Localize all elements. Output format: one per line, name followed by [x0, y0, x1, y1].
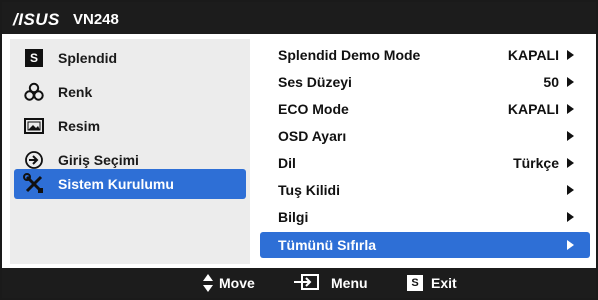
menu-item-splendid[interactable]: S Splendid: [14, 43, 246, 73]
submenu-row-bilgi[interactable]: Bilgi: [260, 204, 590, 230]
model-name: VN248: [73, 11, 119, 28]
menu-item-sistem-kurulumu[interactable]: Sistem Kurulumu: [14, 169, 246, 199]
submenu-row-splendid-demo-mode[interactable]: Splendid Demo Mode KAPALI: [260, 42, 590, 68]
exit-label: Exit: [431, 275, 457, 291]
submenu-value: KAPALI: [507, 47, 559, 63]
submenu-value: 50: [543, 74, 559, 90]
splendid-s-icon: S: [407, 275, 423, 291]
menu-item-label: Sistem Kurulumu: [58, 176, 174, 192]
submenu-label: ECO Mode: [278, 101, 349, 117]
submenu-label: Tuş Kilidi: [278, 182, 340, 198]
submenu-row-tus-kilidi[interactable]: Tuş Kilidi: [260, 177, 590, 203]
chevron-right-icon: [567, 77, 574, 87]
submenu-row-ses-duzeyi[interactable]: Ses Düzeyi 50: [260, 69, 590, 95]
menu-item-label: Renk: [58, 84, 93, 100]
menu-item-resim[interactable]: Resim: [14, 111, 246, 141]
submenu-row-eco-mode[interactable]: ECO Mode KAPALI: [260, 96, 590, 122]
input-arrow-icon: [22, 149, 46, 171]
menu-item-renk[interactable]: Renk: [14, 77, 246, 107]
submenu-row-tumunu-sifirla[interactable]: Tümünü Sıfırla: [260, 232, 590, 258]
submenu-label: Tümünü Sıfırla: [278, 237, 376, 253]
title-bar: /ISUS VN248: [2, 2, 596, 34]
splendid-s-icon: S: [22, 47, 46, 69]
enter-icon: [294, 274, 319, 290]
submenu-label: Dil: [278, 155, 296, 171]
menu-item-label: Giriş Seçimi: [58, 152, 139, 168]
updown-arrows-icon: [203, 274, 213, 292]
footer-move: Move: [202, 273, 255, 293]
submenu-row-dil[interactable]: Dil Türkçe: [260, 150, 590, 176]
color-rings-icon: [22, 81, 46, 103]
move-label: Move: [219, 275, 255, 291]
chevron-right-icon: [567, 104, 574, 114]
picture-icon: [22, 115, 46, 137]
chevron-right-icon: [567, 185, 574, 195]
menu-item-label: Resim: [58, 118, 101, 134]
footer-bar: Move Menu S Exit: [2, 268, 596, 298]
submenu-value: Türkçe: [513, 155, 559, 171]
submenu-value: KAPALI: [507, 101, 559, 117]
submenu-label: Splendid Demo Mode: [278, 47, 421, 63]
chevron-right-icon: [567, 50, 574, 60]
submenu-label: Bilgi: [278, 209, 309, 225]
osd-window: /ISUS VN248 S Splendid Renk Resim Giriş: [0, 0, 598, 300]
footer-menu: Menu: [293, 273, 368, 293]
chevron-right-icon: [567, 212, 574, 222]
chevron-right-icon: [567, 158, 574, 168]
main-menu-panel: S Splendid Renk Resim Giriş Seçimi Siste…: [10, 39, 250, 264]
wrench-screwdriver-icon: [22, 173, 46, 195]
submenu-label: Ses Düzeyi: [278, 74, 352, 90]
asus-logo: /ISUS: [13, 10, 60, 29]
menu-item-label: Splendid: [58, 50, 118, 66]
submenu-row-osd-ayari[interactable]: OSD Ayarı: [260, 123, 590, 149]
footer-exit: S Exit: [407, 273, 457, 293]
submenu-label: OSD Ayarı: [278, 128, 347, 144]
submenu-panel: Splendid Demo Mode KAPALI Ses Düzeyi 50 …: [258, 39, 592, 264]
chevron-right-icon: [567, 131, 574, 141]
menu-label: Menu: [331, 275, 368, 291]
chevron-right-icon: [567, 240, 574, 250]
